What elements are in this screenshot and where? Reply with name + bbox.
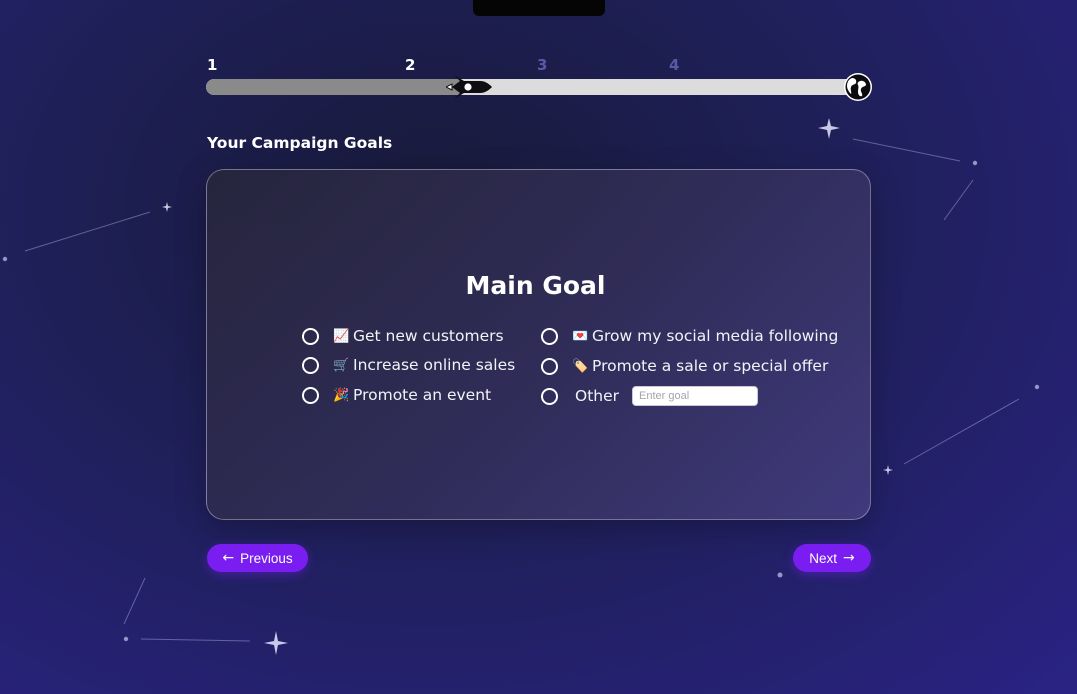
main-goal-card: Main Goal 📈 Get new customers 🛒 Increase… <box>206 169 871 520</box>
party-popper-icon: 🎉 <box>333 387 350 403</box>
step-1-label: 1 <box>207 56 218 74</box>
next-button-label: Next <box>809 550 838 566</box>
radio-button[interactable] <box>302 356 319 374</box>
option-label: Promote a sale or special offer <box>592 357 829 375</box>
shopping-cart-icon: 🛒 <box>333 357 350 373</box>
option-promote-sale[interactable]: 🏷️ Promote a sale or special offer <box>541 357 828 375</box>
option-get-new-customers[interactable]: 📈 Get new customers <box>302 327 504 345</box>
progress-track <box>206 79 856 95</box>
option-promote-an-event[interactable]: 🎉 Promote an event <box>302 386 491 404</box>
rocket-icon <box>446 75 492 99</box>
next-button[interactable]: Next → <box>793 544 871 572</box>
option-other[interactable]: Other <box>541 386 759 406</box>
step-3-label: 3 <box>537 56 548 74</box>
step-2-label: 2 <box>405 56 416 74</box>
card-heading: Main Goal <box>465 271 606 300</box>
option-label: Promote an event <box>353 386 492 404</box>
option-increase-online-sales[interactable]: 🛒 Increase online sales <box>302 356 515 374</box>
option-label: Other <box>575 387 620 405</box>
radio-button[interactable] <box>541 387 558 405</box>
progress-fill <box>206 79 460 95</box>
radio-button[interactable] <box>541 357 558 375</box>
previous-button-label: Previous <box>240 550 293 566</box>
top-tab <box>473 0 605 16</box>
step-4-label: 4 <box>669 56 680 74</box>
chart-increasing-icon: 📈 <box>333 328 350 344</box>
option-label: Get new customers <box>353 327 504 345</box>
option-label: Grow my social media following <box>592 327 839 345</box>
option-label: Increase online sales <box>353 356 516 374</box>
globe-icon <box>844 73 872 101</box>
section-title: Your Campaign Goals <box>207 134 393 152</box>
radio-button[interactable] <box>302 386 319 404</box>
arrow-right-icon: → <box>843 550 855 566</box>
option-grow-social-media[interactable]: 💌 Grow my social media following <box>541 327 838 345</box>
radio-button[interactable] <box>302 327 319 345</box>
radio-button[interactable] <box>541 327 558 345</box>
previous-button[interactable]: ← Previous <box>207 544 308 572</box>
tag-icon: 🏷️ <box>572 358 589 374</box>
arrow-left-icon: ← <box>222 550 235 566</box>
love-letter-icon: 💌 <box>572 328 589 344</box>
other-goal-input[interactable] <box>632 386 759 406</box>
progress-bar: 1 2 3 4 <box>206 52 872 102</box>
